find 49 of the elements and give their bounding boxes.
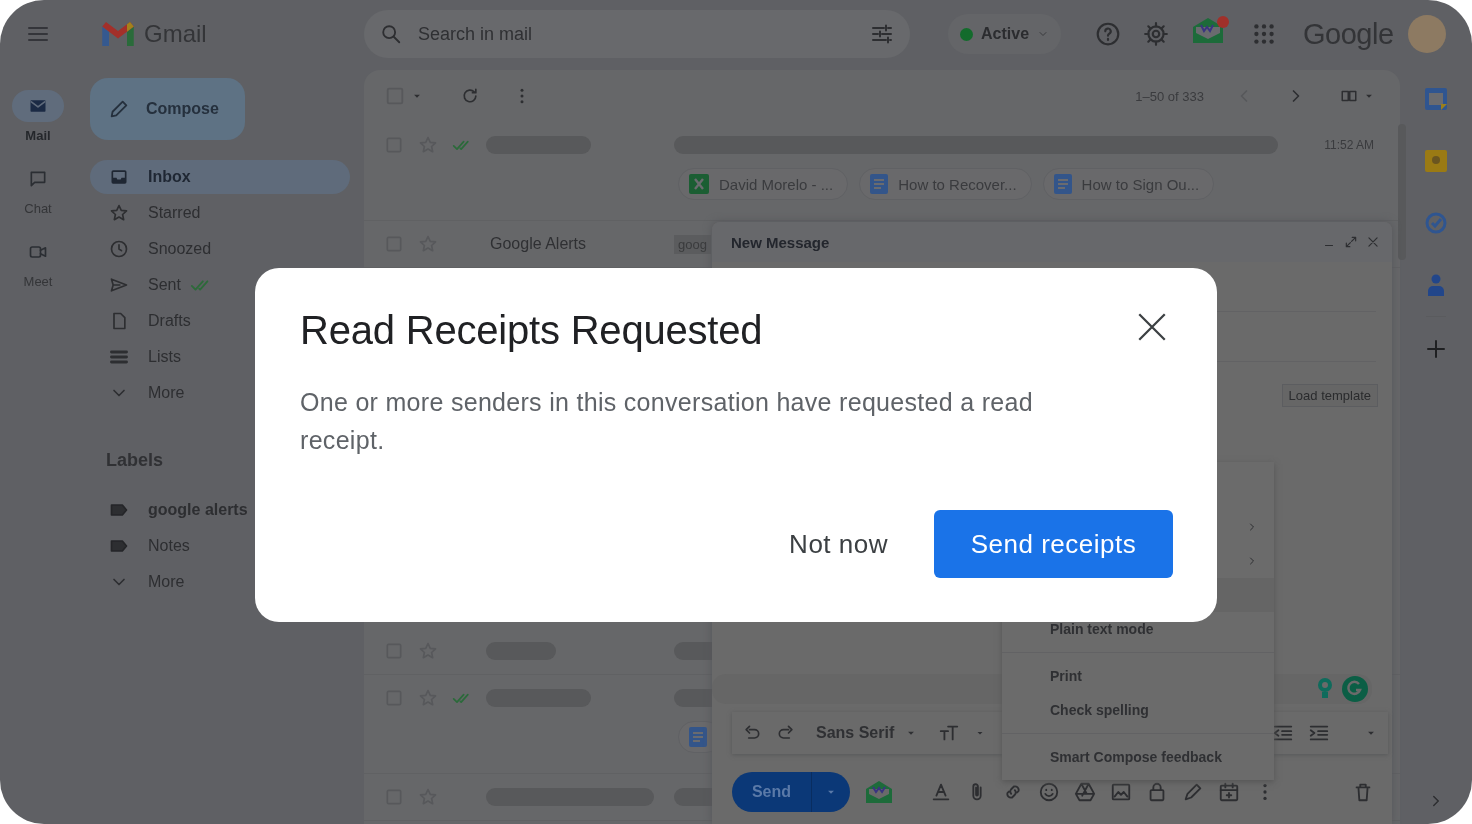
calendar-icon[interactable]	[1218, 781, 1240, 803]
envelope-extension-icon[interactable]	[864, 779, 894, 805]
contacts-icon[interactable]	[1427, 274, 1445, 296]
avatar[interactable]	[1407, 15, 1446, 53]
refresh-icon[interactable]	[460, 86, 480, 106]
menu-item[interactable]: Print	[1002, 659, 1274, 693]
settings-icon[interactable]	[1143, 21, 1170, 47]
calendar-icon[interactable]	[1425, 88, 1447, 110]
keep-note-icon[interactable]	[1425, 150, 1447, 172]
expand-icon[interactable]	[1344, 235, 1358, 249]
clock-icon	[109, 239, 129, 259]
rail-label: Mail	[25, 128, 51, 143]
gmail-logo-icon[interactable]	[100, 20, 136, 48]
photo-icon[interactable]	[1110, 781, 1132, 803]
document-icon	[870, 174, 889, 194]
font-dropdown[interactable]: Sans Serif	[810, 723, 925, 743]
pen-icon[interactable]	[1182, 781, 1204, 803]
pencil-icon	[108, 98, 130, 120]
star-icon	[109, 203, 129, 223]
load-template-button[interactable]: Load template	[1281, 384, 1378, 407]
search-icon[interactable]	[380, 23, 402, 45]
send-receipts-button[interactable]: Send receipts	[934, 510, 1173, 578]
rail-button[interactable]	[12, 90, 64, 122]
document-icon	[1053, 174, 1072, 194]
dialog-message: One or more senders in this conversation have requested a read receipt.	[300, 387, 1034, 456]
filter-options-icon[interactable]	[870, 22, 894, 46]
document-icon	[689, 727, 707, 747]
menu-item[interactable]: Smart Compose feedback	[1002, 740, 1274, 774]
add-icon[interactable]	[1424, 337, 1448, 361]
menu-item[interactable]: Check spelling	[1002, 693, 1274, 727]
not-now-button[interactable]: Not now	[769, 516, 908, 572]
help-icon[interactable]	[1095, 21, 1122, 47]
search-field[interactable]: Search in mail	[416, 22, 856, 46]
nav-item[interactable]: Inbox	[90, 160, 350, 194]
sender-name: Google Alerts	[490, 235, 588, 253]
emoji-icon[interactable]	[1038, 781, 1060, 803]
spreadsheet-icon	[689, 174, 709, 194]
compose-title: New Message	[731, 233, 830, 251]
tasks-icon[interactable]	[1425, 212, 1447, 234]
drive-icon[interactable]	[1074, 781, 1096, 803]
text-color-icon[interactable]	[930, 781, 952, 803]
inbox-icon	[109, 167, 129, 187]
chat-bubble-icon[interactable]	[28, 169, 48, 189]
grammar-assistant-icon[interactable]	[1342, 676, 1368, 702]
search-bar[interactable]: Search in mail	[364, 10, 910, 58]
status-dropdown[interactable]: Active	[948, 14, 1062, 54]
dialog-title: Read Receipts Requested	[300, 308, 763, 353]
compose-button[interactable]: Compose	[90, 78, 245, 140]
send-icon	[109, 275, 129, 295]
